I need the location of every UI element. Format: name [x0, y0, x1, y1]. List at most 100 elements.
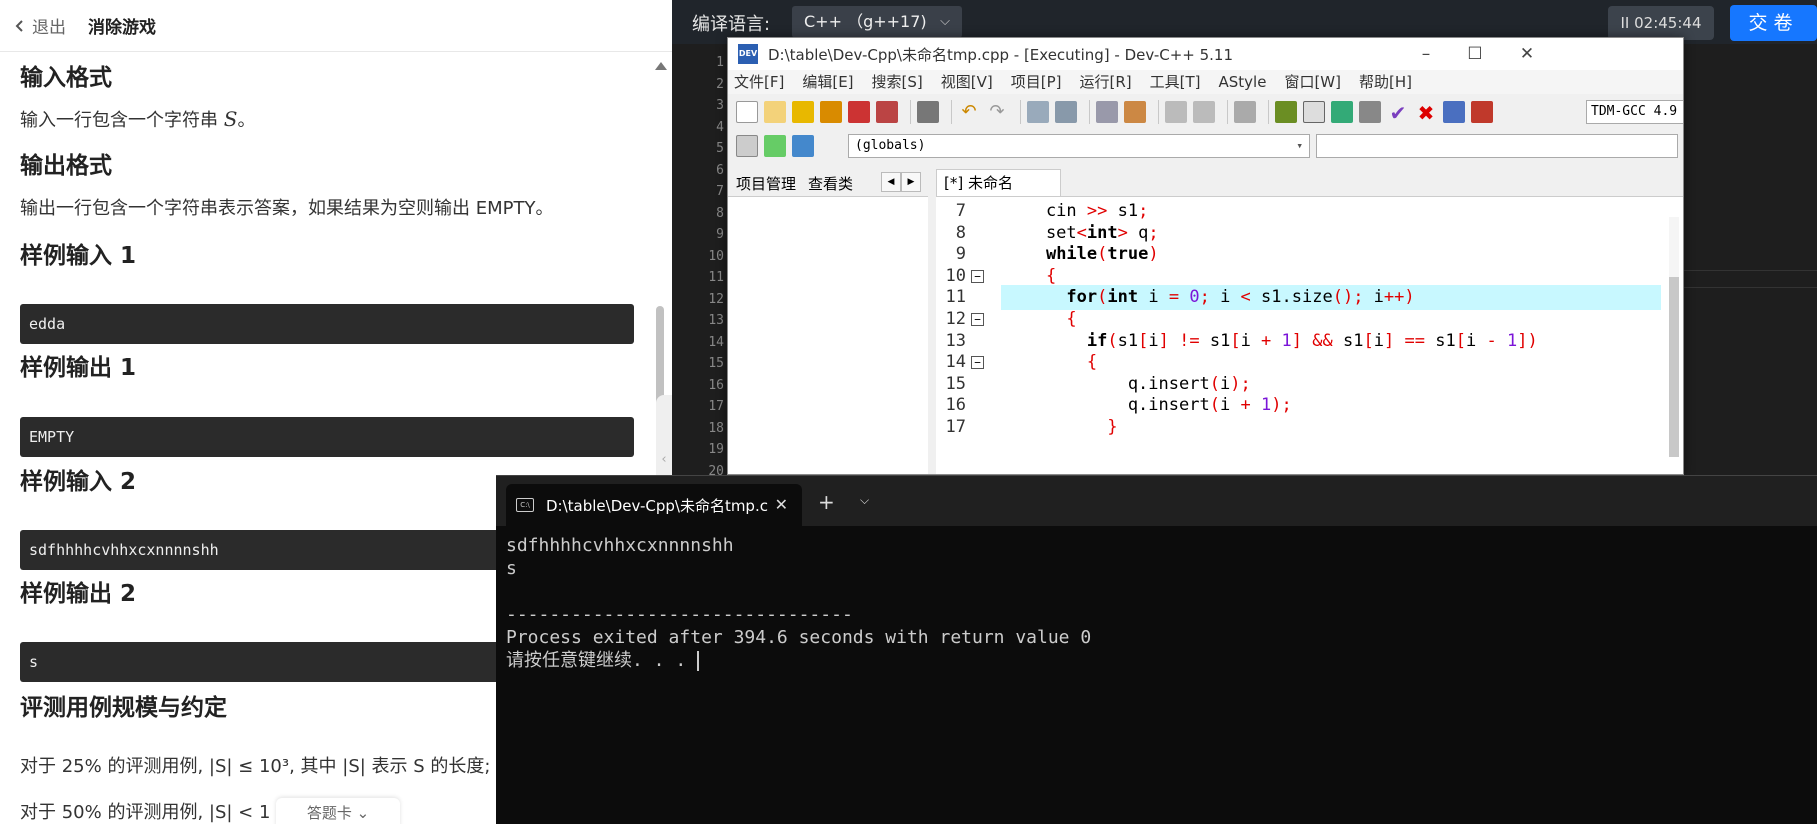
- bookmark-next-icon[interactable]: [1193, 101, 1215, 123]
- tab-class-browser[interactable]: 查看类: [808, 173, 853, 194]
- arrow-left-icon[interactable]: ◀: [881, 172, 901, 192]
- exit-button[interactable]: 退出: [14, 13, 66, 38]
- stop-execution-icon[interactable]: ✖: [1415, 101, 1437, 125]
- language-select[interactable]: C++ （g++17) ⌵: [792, 6, 962, 38]
- function-select[interactable]: [1316, 134, 1678, 158]
- var-s: S: [223, 107, 238, 131]
- save-all-icon[interactable]: [820, 101, 842, 123]
- toolbar-divider: [1227, 100, 1228, 124]
- line-number: 6: [716, 162, 724, 178]
- globals-select[interactable]: (globals) ▾: [848, 134, 1310, 158]
- line-number: 8: [716, 205, 724, 221]
- timer-display[interactable]: II 02:45:44: [1608, 6, 1714, 40]
- chevron-left-icon: ‹: [661, 452, 667, 467]
- fold-toggle-icon[interactable]: −: [971, 356, 984, 370]
- devcpp-title: D:\table\Dev-Cpp\未命名tmp.cpp - [Executing…: [768, 45, 1234, 64]
- terminal-line: s: [506, 558, 517, 579]
- undo-icon[interactable]: ↶: [958, 101, 980, 123]
- redo-icon[interactable]: ↷: [986, 101, 1008, 123]
- unindent-icon[interactable]: [1124, 101, 1146, 123]
- close-file-icon[interactable]: [848, 101, 870, 123]
- project-pane[interactable]: [728, 196, 928, 474]
- close-tab-icon[interactable]: ✕: [775, 495, 788, 514]
- language-value: C++ （g++17): [804, 12, 927, 31]
- compile-run-icon[interactable]: [1331, 101, 1353, 123]
- fold-toggle-icon[interactable]: −: [971, 269, 984, 283]
- sample-input-1[interactable]: edda: [20, 304, 634, 344]
- constraints-heading: 评测用例规模与约定: [20, 695, 227, 721]
- editor-scrollbar[interactable]: [1669, 217, 1679, 457]
- sample-input-1-heading: 样例输入 1: [20, 243, 137, 269]
- close-all-icon[interactable]: [876, 101, 898, 123]
- input-format-heading: 输入格式: [20, 65, 112, 91]
- terminal-line: Process exited after 394.6 seconds with …: [506, 627, 1092, 648]
- tab-dropdown-icon[interactable]: ⌵: [860, 493, 869, 508]
- print-icon[interactable]: [917, 101, 939, 123]
- devcpp-code-editor[interactable]: 7 cin >> s1; 8 set<int> q; 9 while(true) 10…: [936, 196, 1683, 474]
- code-line[interactable]: 17 }: [936, 415, 1683, 440]
- devcpp-menubar: 文件[F] 编辑[E] 搜索[S] 视图[V] 项目[P] 运行[R] 工具[T] AStyl…: [728, 70, 1683, 94]
- sample-output-1[interactable]: EMPTY: [20, 417, 634, 457]
- arrow-right-icon[interactable]: ▶: [901, 172, 921, 192]
- scroll-up-icon[interactable]: [655, 62, 667, 70]
- tab-project-manager[interactable]: 项目管理: [736, 173, 796, 194]
- bookmark-prev-icon[interactable]: [1165, 101, 1187, 123]
- line-number: 12: [708, 291, 724, 307]
- maximize-button[interactable]: ☐: [1446, 38, 1504, 70]
- menu-item[interactable]: 工具[T]: [1150, 70, 1201, 94]
- new-file-icon[interactable]: [736, 101, 758, 123]
- menu-item[interactable]: 文件[F]: [734, 70, 784, 94]
- line-number: 14: [708, 334, 724, 350]
- menu-item[interactable]: 编辑[E]: [802, 70, 853, 94]
- project-options-icon[interactable]: [792, 135, 814, 157]
- sample-output-1-heading: 样例输出 1: [20, 355, 137, 381]
- devcpp-window[interactable]: DEV D:\table\Dev-Cpp\未命名tmp.cpp - [Execu…: [727, 37, 1684, 475]
- menu-item[interactable]: 帮助[H]: [1359, 70, 1412, 94]
- output-format-text: 输出一行包含一个字符串表示答案，如果结果为空则输出 EMPTY。: [20, 198, 554, 219]
- chevron-down-icon: ▾: [1296, 139, 1303, 152]
- debug-icon[interactable]: [1471, 101, 1493, 123]
- terminal-window[interactable]: C:\ D:\table\Dev-Cpp\未命名tmp.c ✕ + ⌵ sdfh…: [496, 475, 1817, 824]
- rebuild-icon[interactable]: [1359, 101, 1381, 123]
- editor-line-numbers: 1 2 3 4 5 6 7 8 9 10 11 12 13 14 15 16 17 18 19 20: [672, 52, 724, 482]
- menu-item[interactable]: 视图[V]: [941, 70, 993, 94]
- fold-toggle-icon[interactable]: −: [971, 313, 984, 326]
- line-number: 7: [716, 184, 724, 199]
- goto-icon[interactable]: [1234, 101, 1256, 123]
- check-syntax-icon[interactable]: ✔: [1387, 101, 1409, 125]
- menu-item[interactable]: 运行[R]: [1079, 70, 1131, 94]
- close-window-button[interactable]: ✕: [1498, 38, 1556, 70]
- submit-exam-button[interactable]: 交卷: [1730, 5, 1817, 41]
- find-icon[interactable]: [1027, 101, 1049, 123]
- save-icon[interactable]: [792, 101, 814, 123]
- project-new-icon[interactable]: [736, 135, 758, 157]
- line-number: 15: [708, 356, 724, 371]
- compiler-select[interactable]: TDM-GCC 4.9: [1586, 100, 1683, 124]
- run-icon[interactable]: [1303, 101, 1325, 123]
- replace-icon[interactable]: [1055, 101, 1077, 123]
- line-number: 9: [716, 227, 724, 242]
- editor-current-line: [1684, 270, 1817, 288]
- new-tab-button[interactable]: +: [818, 490, 835, 514]
- project-add-icon[interactable]: [764, 135, 786, 157]
- menu-item[interactable]: 搜索[S]: [872, 70, 923, 94]
- menu-item[interactable]: AStyle: [1219, 70, 1267, 94]
- timer-value: 02:45:44: [1634, 14, 1702, 32]
- terminal-tab[interactable]: C:\ D:\table\Dev-Cpp\未命名tmp.c ✕: [506, 484, 802, 526]
- chevron-down-icon: ⌄: [356, 804, 370, 822]
- scrollbar-thumb[interactable]: [1669, 277, 1679, 457]
- menu-item[interactable]: 项目[P]: [1011, 70, 1062, 94]
- terminal-tab-title: D:\table\Dev-Cpp\未命名tmp.c: [546, 496, 768, 515]
- globals-value: (globals): [855, 138, 926, 153]
- line-number: 2: [716, 76, 724, 92]
- open-file-icon[interactable]: [764, 101, 786, 123]
- tab-file[interactable]: [*] 未命名tmp.cpp: [936, 169, 1061, 218]
- terminal-output[interactable]: sdfhhhhcvhhxcxnnnnshh s -----------------…: [506, 534, 1806, 672]
- answer-card-toggle[interactable]: 答题卡 ⌄: [276, 798, 400, 824]
- compile-icon[interactable]: [1275, 101, 1297, 123]
- profile-icon[interactable]: [1443, 101, 1465, 123]
- devcpp-titlebar[interactable]: DEV D:\table\Dev-Cpp\未命名tmp.cpp - [Execu…: [728, 38, 1683, 70]
- menu-item[interactable]: 窗口[W]: [1284, 70, 1341, 94]
- indent-icon[interactable]: [1096, 101, 1118, 123]
